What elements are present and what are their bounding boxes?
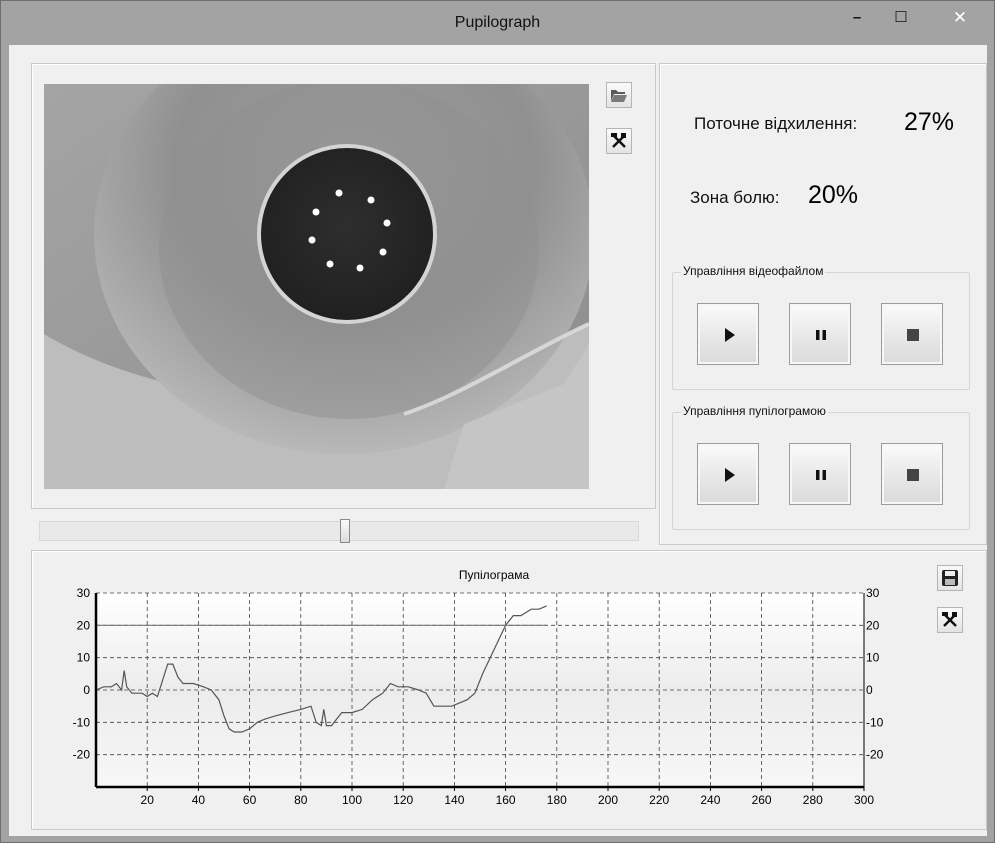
pupilogram-stop-button[interactable] [881, 443, 943, 505]
x-tick-label: 200 [598, 793, 618, 807]
y-tick-label-left: 0 [83, 683, 90, 697]
pupilogram-play-button[interactable] [697, 443, 759, 505]
y-tick-label-right: -20 [866, 748, 884, 762]
chart-title: Пупілограма [459, 568, 530, 582]
pause-icon [816, 470, 826, 480]
video-play-button[interactable] [697, 303, 759, 365]
play-icon [725, 328, 735, 342]
video-stop-button[interactable] [881, 303, 943, 365]
minimize-button[interactable]: – [837, 1, 877, 35]
save-chart-button[interactable] [937, 565, 963, 591]
y-tick-label-left: 10 [77, 651, 91, 665]
maximize-button[interactable]: ☐ [881, 1, 921, 35]
chart-settings-button[interactable] [937, 607, 963, 633]
stop-icon [907, 329, 919, 341]
y-tick-label-right: 0 [866, 683, 873, 697]
y-tick-label-right: -10 [866, 715, 884, 729]
x-tick-label: 240 [700, 793, 720, 807]
x-tick-label: 220 [649, 793, 669, 807]
x-tick-label: 100 [342, 793, 362, 807]
folder-open-icon [611, 90, 627, 102]
open-file-button[interactable] [606, 82, 632, 108]
eye-image [44, 84, 589, 489]
x-tick-label: 280 [803, 793, 823, 807]
chart-panel: Пупілограма 20 40 60 80 100 120 140 160 180 200 22… [31, 550, 987, 830]
y-tick-label-left: 20 [77, 618, 91, 632]
video-position-slider[interactable] [39, 519, 639, 543]
video-settings-button[interactable] [606, 128, 632, 154]
info-panel: Поточне відхилення: 27% Зона болю: 20% У… [659, 63, 987, 545]
tools-icon [942, 612, 957, 627]
pupilogram-controls-group: Управління пупілограмою [672, 404, 970, 530]
stop-icon [907, 469, 919, 481]
pain-zone-label: Зона болю: [690, 188, 780, 207]
y-tick-label-left: -10 [73, 715, 91, 729]
video-frame [44, 84, 589, 489]
pupil-detection-circle [257, 144, 437, 324]
video-panel [31, 63, 656, 509]
x-tick-label: 120 [393, 793, 413, 807]
video-controls-title: Управління відеофайлом [681, 264, 826, 278]
x-tick-label: 160 [496, 793, 516, 807]
x-tick-label: 20 [141, 793, 155, 807]
y-tick-label-left: -20 [73, 748, 91, 762]
client-area: Поточне відхилення: 27% Зона болю: 20% У… [9, 45, 987, 836]
video-controls-group: Управління відеофайлом [672, 264, 970, 390]
x-tick-label: 80 [294, 793, 308, 807]
y-tick-label-right: 30 [866, 586, 880, 600]
x-tick-label: 60 [243, 793, 257, 807]
pain-zone-value: 20% [808, 181, 859, 209]
video-pause-button[interactable] [789, 303, 851, 365]
x-tick-label: 180 [547, 793, 567, 807]
deviation-label: Поточне відхилення: [694, 114, 858, 133]
y-tick-label-right: 20 [866, 618, 880, 632]
slider-track[interactable] [39, 521, 639, 541]
tools-icon [611, 133, 626, 148]
deviation-value: 27% [904, 108, 955, 136]
x-tick-label: 300 [854, 793, 874, 807]
slider-thumb[interactable] [340, 519, 350, 543]
y-tick-label-right: 10 [866, 651, 880, 665]
x-tick-label: 260 [752, 793, 772, 807]
pupilogram-pause-button[interactable] [789, 443, 851, 505]
title-bar[interactable]: Pupilograph – ☐ ✕ [1, 1, 994, 45]
floppy-disk-icon [942, 570, 958, 586]
play-icon [725, 468, 735, 482]
pupilogram-chart: Пупілограма 20 40 60 80 100 120 140 160 180 200 22… [73, 568, 884, 807]
y-tick-label-left: 30 [77, 586, 91, 600]
pupilogram-controls-title: Управління пупілограмою [681, 404, 828, 418]
app-window: Pupilograph – ☐ ✕ Поточне відхилення: 27… [0, 0, 995, 843]
x-tick-label: 40 [192, 793, 206, 807]
close-button[interactable]: ✕ [937, 1, 983, 35]
x-tick-label: 140 [444, 793, 464, 807]
pause-icon [816, 330, 826, 340]
